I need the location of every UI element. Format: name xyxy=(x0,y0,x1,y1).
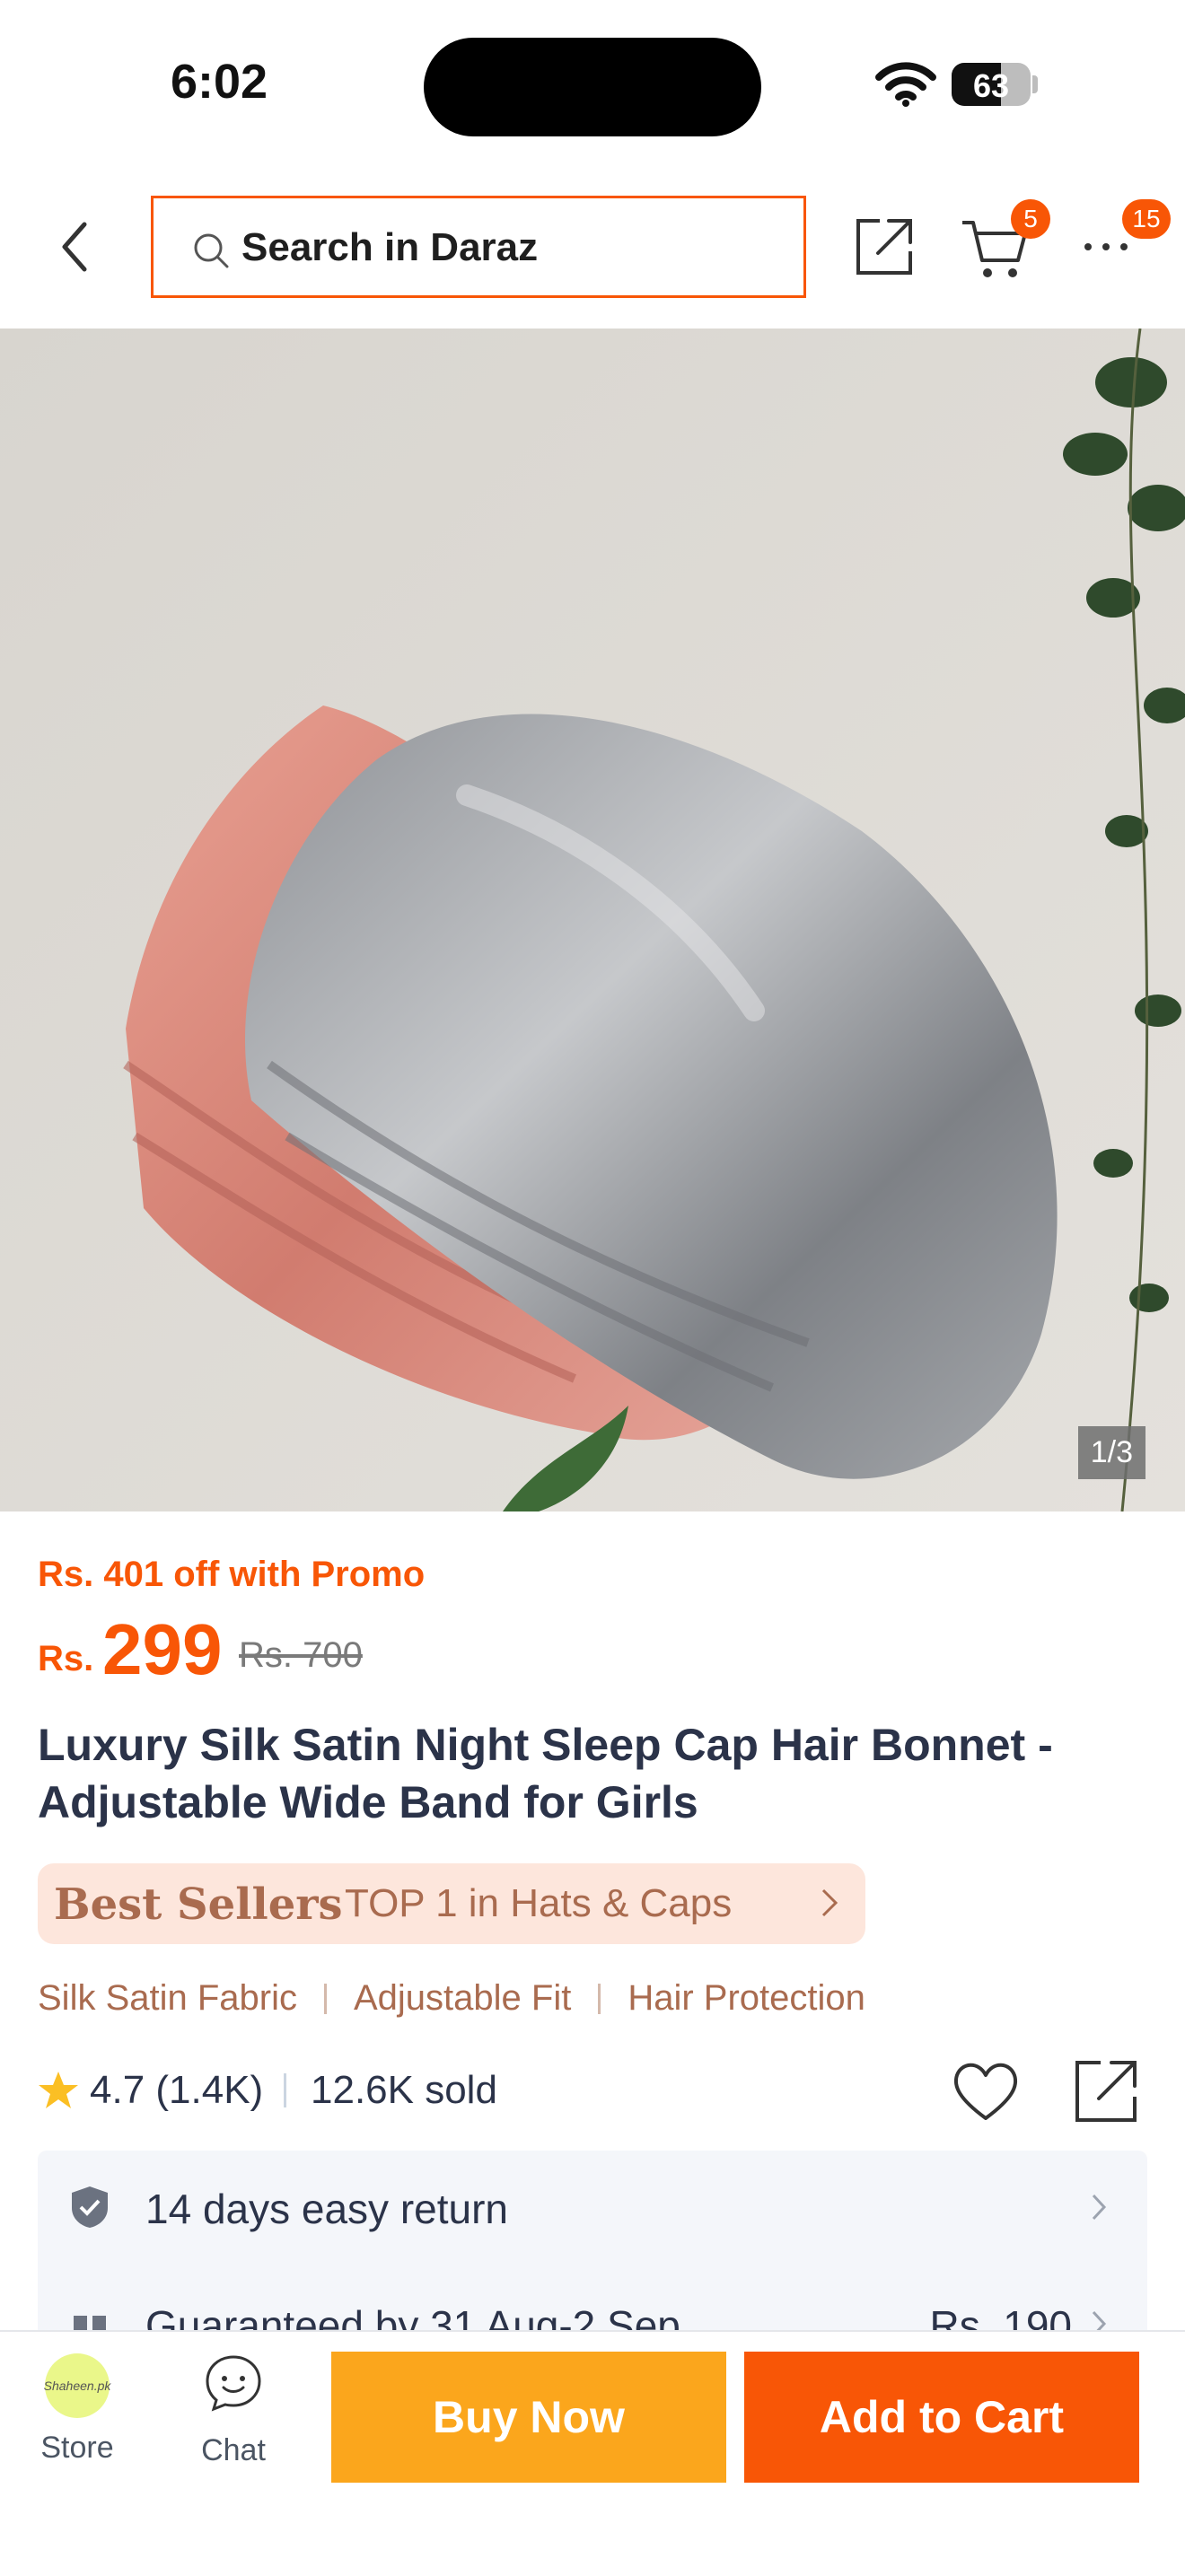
chat-label: Chat xyxy=(201,2433,266,2467)
rating-text[interactable]: 4.7 (1.4K) xyxy=(90,2068,263,2113)
battery-level: 63 xyxy=(972,67,1010,104)
battery-cap xyxy=(1032,75,1038,93)
dynamic-island xyxy=(424,38,761,136)
bonnet-photo xyxy=(0,329,1185,1511)
original-price: Rs. 700 xyxy=(239,1635,363,1675)
chevron-right-icon xyxy=(1092,2194,1107,2221)
top-rank-text: TOP 1 in Hats & Caps xyxy=(345,1881,733,1925)
share-icon[interactable] xyxy=(1070,2055,1142,2127)
product-title: Luxury Silk Satin Night Sleep Cap Hair B… xyxy=(38,1720,1053,1827)
search-placeholder: Search in Daraz xyxy=(241,225,539,269)
current-price: 299 xyxy=(102,1609,223,1689)
chat-button[interactable]: Chat xyxy=(189,2353,278,2479)
star-icon xyxy=(39,2072,78,2108)
chat-icon xyxy=(206,2355,261,2412)
bottom-action-bar: Shaheen.pk Store Chat Buy Now Add to Car… xyxy=(0,2330,1185,2576)
rating-divider xyxy=(284,2073,286,2107)
back-arrow-icon[interactable] xyxy=(45,215,108,278)
feature-tag: Hair Protection xyxy=(628,1978,865,2018)
notification-badge: 15 xyxy=(1122,199,1171,239)
cart-count-badge: 5 xyxy=(1011,199,1050,239)
product-image[interactable]: 1/3 xyxy=(0,329,1185,1511)
store-logo: Shaheen.pk xyxy=(44,2353,110,2418)
feature-tag: Silk Satin Fabric xyxy=(38,1978,297,2018)
store-label: Store xyxy=(40,2431,114,2465)
best-sellers-logo: Best Sellers xyxy=(54,1879,343,1930)
battery-indicator: 63 xyxy=(952,63,1031,106)
return-policy-text: 14 days easy return xyxy=(145,2186,509,2232)
heart-icon[interactable] xyxy=(950,2055,1022,2127)
store-button[interactable]: Shaheen.pk Store xyxy=(32,2353,122,2479)
wifi-icon xyxy=(875,62,936,107)
share-icon[interactable] xyxy=(853,215,916,278)
price-currency: Rs. xyxy=(38,1639,94,1678)
feature-tag: Adjustable Fit xyxy=(353,1978,572,2018)
tag-divider xyxy=(323,1983,327,2014)
search-input[interactable]: Search in Daraz xyxy=(151,196,806,298)
feature-tags: Silk Satin Fabric Adjustable Fit Hair Pr… xyxy=(38,1978,865,2019)
more-icon[interactable] xyxy=(1081,229,1131,265)
chevron-right-icon xyxy=(821,1888,838,1917)
add-to-cart-button[interactable]: Add to Cart xyxy=(744,2352,1139,2483)
promo-text[interactable]: Rs. 401 off with Promo xyxy=(38,1555,425,1595)
tag-divider xyxy=(598,1983,601,2014)
search-icon xyxy=(194,233,229,268)
sold-count: 12.6K sold xyxy=(311,2068,497,2112)
buy-now-button[interactable]: Buy Now xyxy=(331,2352,726,2483)
image-counter: 1/3 xyxy=(1077,1426,1146,1479)
shield-icon xyxy=(72,2186,108,2228)
status-time: 6:02 xyxy=(171,55,268,109)
best-sellers-banner[interactable]: Best Sellers TOP 1 in Hats & Caps xyxy=(38,1863,865,1944)
